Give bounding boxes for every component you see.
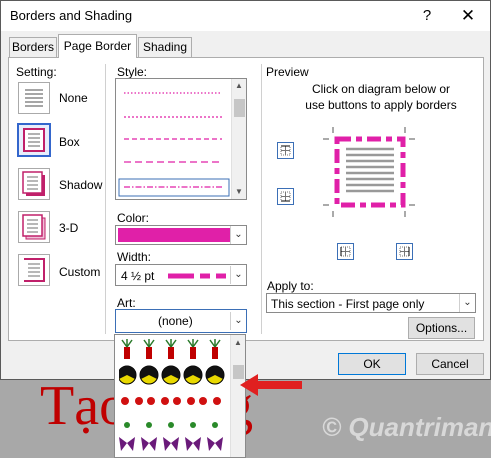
style-label: Style: [117, 65, 148, 79]
dialog-title: Borders and Shading [10, 8, 133, 23]
color-dropdown[interactable]: ⌄ [115, 225, 247, 245]
color-swatch [118, 228, 230, 242]
width-label: Width: [117, 250, 152, 264]
preview-label: Preview [266, 65, 309, 79]
chevron-down-icon[interactable]: ⌄ [459, 294, 475, 312]
cancel-button[interactable]: Cancel [416, 353, 484, 375]
watermark-text: © Quantrimang [322, 412, 491, 442]
tab-borders[interactable]: Borders [9, 37, 57, 57]
width-line-sample [168, 273, 226, 279]
scroll-up-icon[interactable]: ▲ [232, 81, 246, 90]
setting-shadow-label[interactable]: Shadow [59, 178, 102, 192]
right-border-button[interactable] [396, 243, 413, 260]
tab-page-border[interactable]: Page Border [58, 34, 137, 58]
apply-to-value: This section - First page only [271, 297, 425, 311]
help-button[interactable]: ? [415, 5, 439, 27]
preview-hint: Click on diagram below or use buttons to… [305, 82, 457, 112]
setting-box-icon[interactable] [17, 123, 51, 157]
art-value: (none) [158, 314, 193, 328]
separator [261, 64, 262, 334]
setting-custom-icon[interactable] [18, 254, 50, 286]
setting-3d-icon[interactable] [18, 211, 50, 243]
apply-to-label: Apply to: [267, 279, 314, 293]
apply-to-dropdown[interactable]: This section - First page only ⌄ [266, 293, 476, 313]
style-list[interactable]: ▲ ▼ [115, 78, 247, 200]
style-line-samples [118, 92, 230, 197]
setting-shadow-icon[interactable] [18, 168, 50, 200]
art-dropdown[interactable]: (none) ⌄ [115, 309, 247, 333]
options-button[interactable]: Options... [408, 317, 475, 339]
setting-label: Setting: [16, 65, 57, 79]
setting-none-icon[interactable] [18, 82, 50, 114]
red-arrow-icon [240, 374, 302, 396]
tab-shading[interactable]: Shading [138, 37, 192, 57]
style-scrollbar[interactable]: ▲ ▼ [231, 79, 246, 199]
left-border-button[interactable] [337, 243, 354, 260]
setting-custom-label[interactable]: Custom [59, 265, 100, 279]
setting-3d-label[interactable]: 3-D [59, 221, 78, 235]
separator [105, 64, 106, 334]
setting-box-label[interactable]: Box [59, 135, 80, 149]
scroll-up-icon[interactable]: ▲ [231, 338, 245, 347]
color-label: Color: [117, 211, 150, 225]
title-bar: Borders and Shading ? ✕ [1, 1, 490, 31]
chevron-down-icon[interactable]: ⌄ [230, 266, 246, 284]
chevron-down-icon[interactable]: ⌄ [230, 226, 246, 244]
width-value: 4 ½ pt [121, 269, 155, 283]
setting-none-label[interactable]: None [59, 91, 88, 105]
borders-and-shading-dialog: Borders and Shading ? ✕ Borders Page Bor… [0, 0, 491, 380]
art-dropdown-list[interactable]: ▲ [114, 334, 246, 458]
chevron-down-icon[interactable]: ⌄ [230, 312, 246, 330]
bottom-border-button[interactable] [277, 188, 294, 205]
scroll-down-icon[interactable]: ▼ [232, 187, 246, 196]
art-label: Art: [117, 296, 136, 310]
art-pattern-rows [119, 339, 225, 451]
ok-button[interactable]: OK [338, 353, 406, 375]
close-button[interactable]: ✕ [453, 4, 483, 28]
scroll-thumb[interactable] [234, 99, 245, 117]
preview-diagram[interactable] [319, 127, 419, 217]
top-border-button[interactable] [277, 142, 294, 159]
width-dropdown[interactable]: 4 ½ pt ⌄ [115, 264, 247, 286]
